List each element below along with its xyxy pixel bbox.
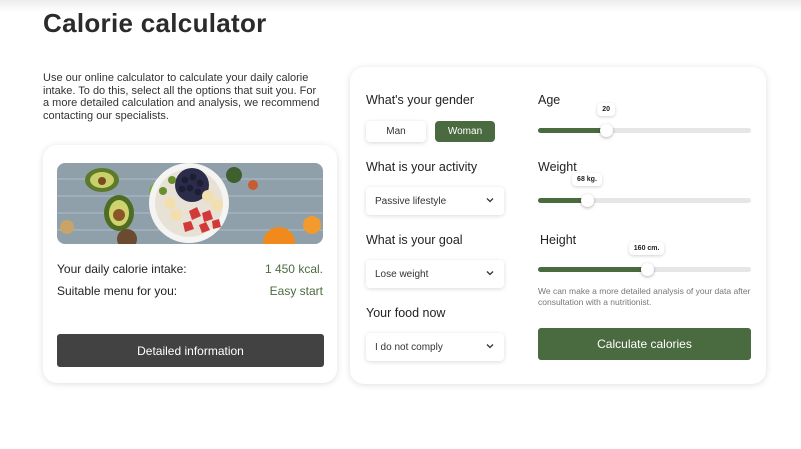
gender-option-woman[interactable]: Woman <box>435 121 495 142</box>
intro-text: Use our online calculator to calculate y… <box>43 72 320 122</box>
height-slider-thumb[interactable] <box>640 263 654 276</box>
weight-label: Weight <box>538 160 577 174</box>
weight-slider-thumb[interactable] <box>580 194 594 207</box>
age-slider-fill <box>538 128 607 133</box>
goal-select[interactable]: Lose weight <box>366 260 504 288</box>
detailed-information-button[interactable]: Detailed information <box>57 334 324 367</box>
menu-value: Easy start <box>269 284 323 298</box>
calorie-intake-value: 1 450 kcal. <box>264 262 323 276</box>
goal-label: What is your goal <box>366 233 463 247</box>
nutritionist-note: We can make a more detailed analysis of … <box>538 286 751 307</box>
weight-slider-fill <box>538 198 587 203</box>
activity-select-value: Passive lifestyle <box>375 195 447 207</box>
weight-slider[interactable]: 68 kg. <box>538 173 751 207</box>
activity-label: What is your activity <box>366 160 478 174</box>
menu-label: Suitable menu for you: <box>57 284 178 298</box>
food-label: Your food now <box>366 306 446 320</box>
height-slider-fill <box>538 267 647 272</box>
result-card: Your daily calorie intake: 1 450 kcal. S… <box>43 145 337 383</box>
calculate-calories-button[interactable]: Calculate calories <box>538 328 751 360</box>
chevron-down-icon <box>486 198 494 203</box>
age-value-bubble: 20 <box>597 103 616 116</box>
goal-select-value: Lose weight <box>375 268 429 280</box>
gender-label: What's your gender <box>366 93 474 107</box>
calculator-form-card: What's your gender Man Woman What is you… <box>350 67 766 384</box>
calorie-intake-row: Your daily calorie intake: 1 450 kcal. <box>57 262 323 276</box>
food-image <box>57 163 323 244</box>
food-select[interactable]: I do not comply <box>366 333 504 361</box>
gender-option-man[interactable]: Man <box>366 121 426 142</box>
age-slider[interactable]: 20 <box>538 103 751 137</box>
age-slider-thumb[interactable] <box>600 124 614 137</box>
weight-value-bubble: 68 kg. <box>572 173 602 186</box>
chevron-down-icon <box>486 344 494 349</box>
page-title: Calorie calculator <box>43 8 267 38</box>
menu-row: Suitable menu for you: Easy start <box>57 284 323 298</box>
food-select-value: I do not comply <box>375 341 443 353</box>
chevron-down-icon <box>486 271 494 276</box>
height-slider[interactable]: 160 cm. <box>538 242 751 276</box>
age-label: Age <box>538 93 561 107</box>
calorie-intake-label: Your daily calorie intake: <box>57 262 187 276</box>
height-value-bubble: 160 cm. <box>628 242 665 255</box>
activity-select[interactable]: Passive lifestyle <box>366 187 504 215</box>
height-label: Height <box>540 233 577 247</box>
